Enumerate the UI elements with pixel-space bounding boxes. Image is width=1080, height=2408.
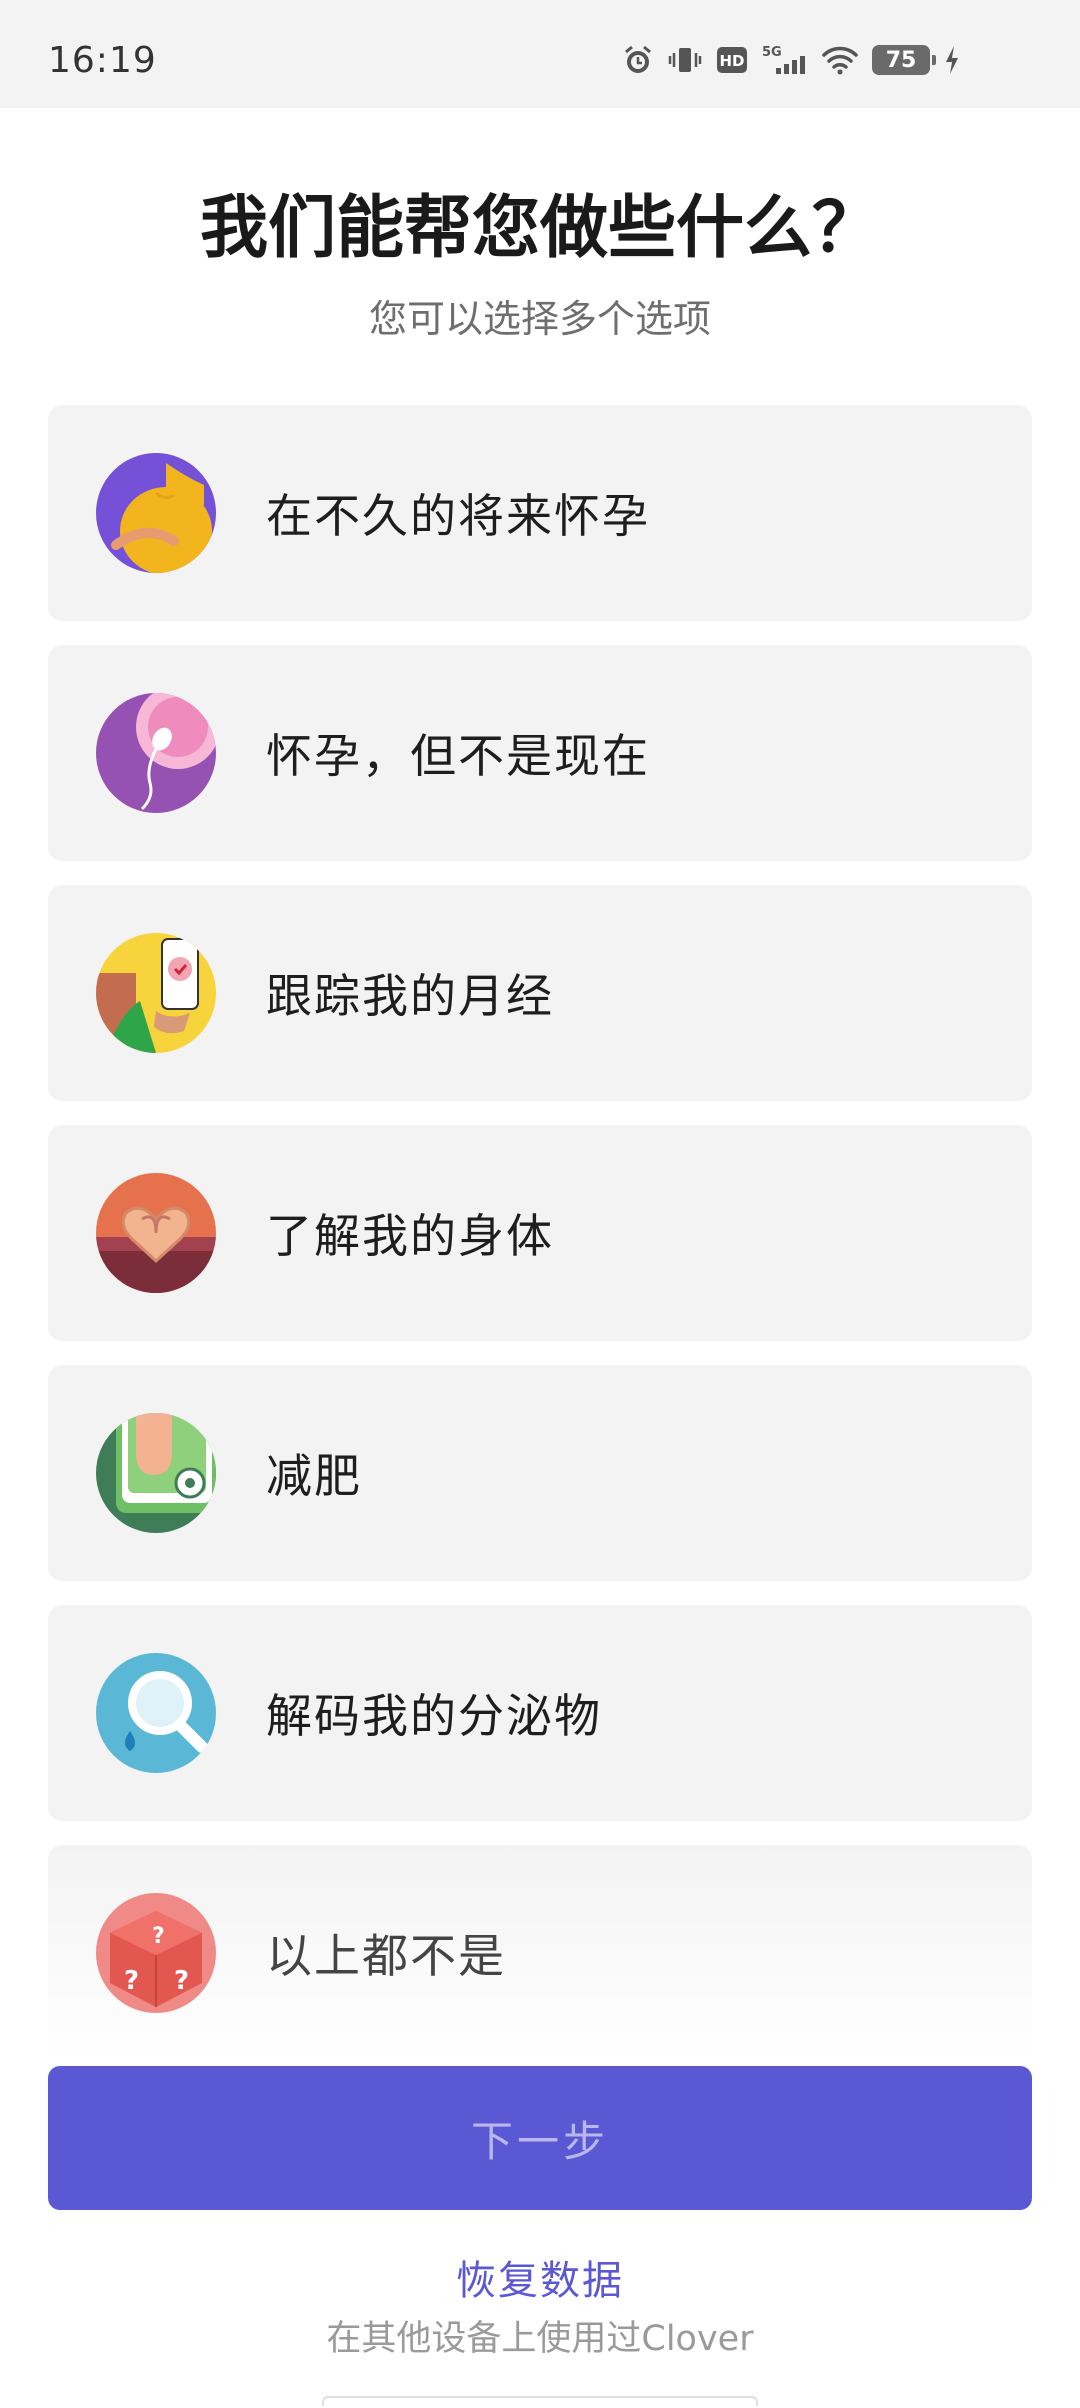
pregnant-belly-icon xyxy=(96,453,216,573)
page-subtitle: 您可以选择多个选项 xyxy=(368,297,711,341)
svg-text:?: ? xyxy=(124,1966,139,1996)
alarm-icon xyxy=(622,44,654,76)
option-label: 怀孕，但不是现在 xyxy=(266,729,650,783)
restore-data-link[interactable]: 恢复数据 xyxy=(0,2248,1080,2306)
option-label: 跟踪我的月经 xyxy=(266,969,554,1023)
svg-text:?: ? xyxy=(152,1924,165,1949)
cellular-5g-icon: 5G xyxy=(762,44,808,76)
option-label: 减肥 xyxy=(266,1449,362,1503)
heart-hands-icon xyxy=(96,1173,216,1293)
period-tracker-phone-icon xyxy=(96,933,216,1053)
svg-text:HD: HD xyxy=(719,52,744,70)
svg-text:5G: 5G xyxy=(762,45,782,60)
option-label: 以上都不是 xyxy=(266,1929,506,1983)
svg-text:?: ? xyxy=(174,1966,189,1996)
status-bar: 16:19 HD 5G 75 xyxy=(0,0,1080,108)
vibrate-icon xyxy=(668,44,702,76)
option-decode-discharge[interactable]: 解码我的分泌物 xyxy=(48,1605,1032,1821)
home-indicator[interactable] xyxy=(322,2396,758,2406)
option-pregnant-later[interactable]: 怀孕，但不是现在 xyxy=(48,645,1032,861)
sperm-egg-icon xyxy=(96,693,216,813)
charging-icon xyxy=(944,45,960,75)
option-lose-weight[interactable]: 减肥 xyxy=(48,1365,1032,1581)
restore-data-hint: 在其他设备上使用过Clover xyxy=(326,2319,754,2359)
option-none-of-above[interactable]: ? ? ? 以上都不是 xyxy=(48,1845,1032,2061)
status-icons: HD 5G 75 xyxy=(622,40,960,80)
goal-options-list: 在不久的将来怀孕 怀孕，但不是现在 跟踪我的月经 了解我的身体 减肥 解码我的分… xyxy=(48,405,1032,2085)
battery-indicator: 75 xyxy=(872,45,936,75)
option-label: 解码我的分泌物 xyxy=(266,1689,602,1743)
magnifier-drop-icon xyxy=(96,1653,216,1773)
wifi-icon xyxy=(822,45,858,75)
option-know-my-body[interactable]: 了解我的身体 xyxy=(48,1125,1032,1341)
hd-icon: HD xyxy=(716,45,748,75)
page-title: 我们能帮您做些什么？ xyxy=(199,189,880,268)
status-time: 16:19 xyxy=(48,40,157,81)
option-label: 了解我的身体 xyxy=(266,1209,554,1263)
option-label: 在不久的将来怀孕 xyxy=(266,489,650,543)
scale-foot-icon xyxy=(96,1413,216,1533)
mystery-box-icon: ? ? ? xyxy=(96,1893,216,2013)
next-button[interactable]: 下一步 xyxy=(48,2066,1032,2210)
option-track-period[interactable]: 跟踪我的月经 xyxy=(48,885,1032,1101)
option-get-pregnant-soon[interactable]: 在不久的将来怀孕 xyxy=(48,405,1032,621)
